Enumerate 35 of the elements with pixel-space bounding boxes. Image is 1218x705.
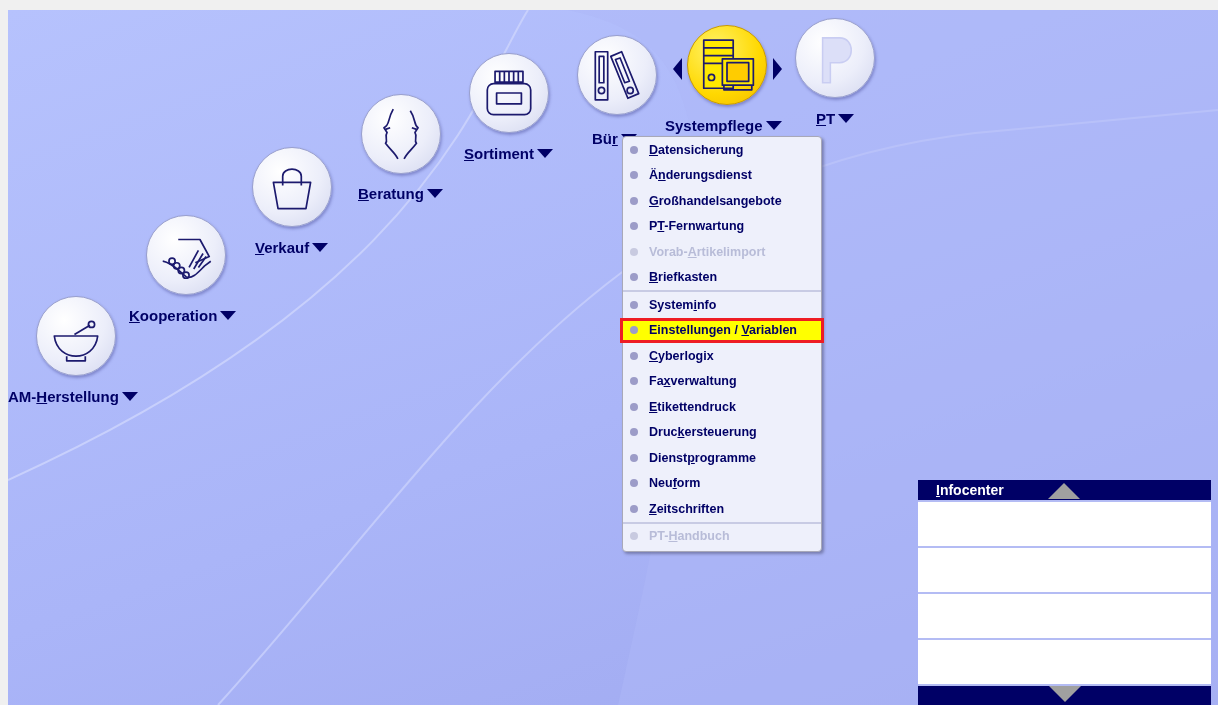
caret-icon[interactable]: [426, 189, 443, 198]
menu-item[interactable]: Neuform: [623, 470, 821, 496]
menu-item[interactable]: Druckersteuerung: [623, 419, 821, 445]
menu-item[interactable]: Datensicherung: [623, 137, 821, 163]
menu-item[interactable]: Dienstprogramme: [623, 445, 821, 471]
menu-item[interactable]: Zeitschriften: [623, 496, 821, 522]
menu-item[interactable]: Änderungsdienst: [623, 162, 821, 188]
caret-icon[interactable]: [312, 243, 329, 252]
caret-icon[interactable]: [220, 311, 237, 320]
module-label[interactable]: Sortiment: [464, 145, 534, 162]
scroll-up-icon[interactable]: [1048, 483, 1080, 499]
menu-item[interactable]: PT-Fernwartung: [623, 213, 821, 239]
caret-icon[interactable]: [537, 149, 553, 158]
caret-icon[interactable]: [765, 121, 782, 130]
caret-icon[interactable]: [838, 114, 855, 123]
module-label[interactable]: Kooperation: [129, 307, 218, 324]
menu-item[interactable]: Cyberlogix: [623, 343, 821, 369]
menu-item[interactable]: Briefkasten: [623, 264, 821, 290]
panel-title[interactable]: Infocenter: [936, 482, 1004, 498]
module-label[interactable]: Bür: [592, 130, 618, 147]
module-label[interactable]: AM-Herstellung: [8, 388, 119, 405]
arrow-right-icon[interactable]: [773, 58, 782, 80]
module-label[interactable]: Systempflege: [665, 117, 763, 134]
module-label[interactable]: Verkauf: [255, 239, 310, 256]
jar-icon[interactable]: [469, 53, 549, 133]
arrow-left-icon[interactable]: [673, 58, 682, 80]
scroll-down-icon[interactable]: [1048, 686, 1081, 702]
menu-item[interactable]: Einstellungen / Variablen: [620, 317, 824, 343]
module-label[interactable]: Beratung: [358, 185, 424, 202]
menu-item[interactable]: Systeminfo: [623, 292, 821, 318]
caret-icon[interactable]: [121, 392, 138, 401]
module-label[interactable]: PT: [816, 110, 836, 127]
menu-item[interactable]: Großhandelsangebote: [623, 188, 821, 214]
menu-item[interactable]: Faxverwaltung: [623, 368, 821, 394]
menu-item[interactable]: Etikettendruck: [623, 394, 821, 420]
